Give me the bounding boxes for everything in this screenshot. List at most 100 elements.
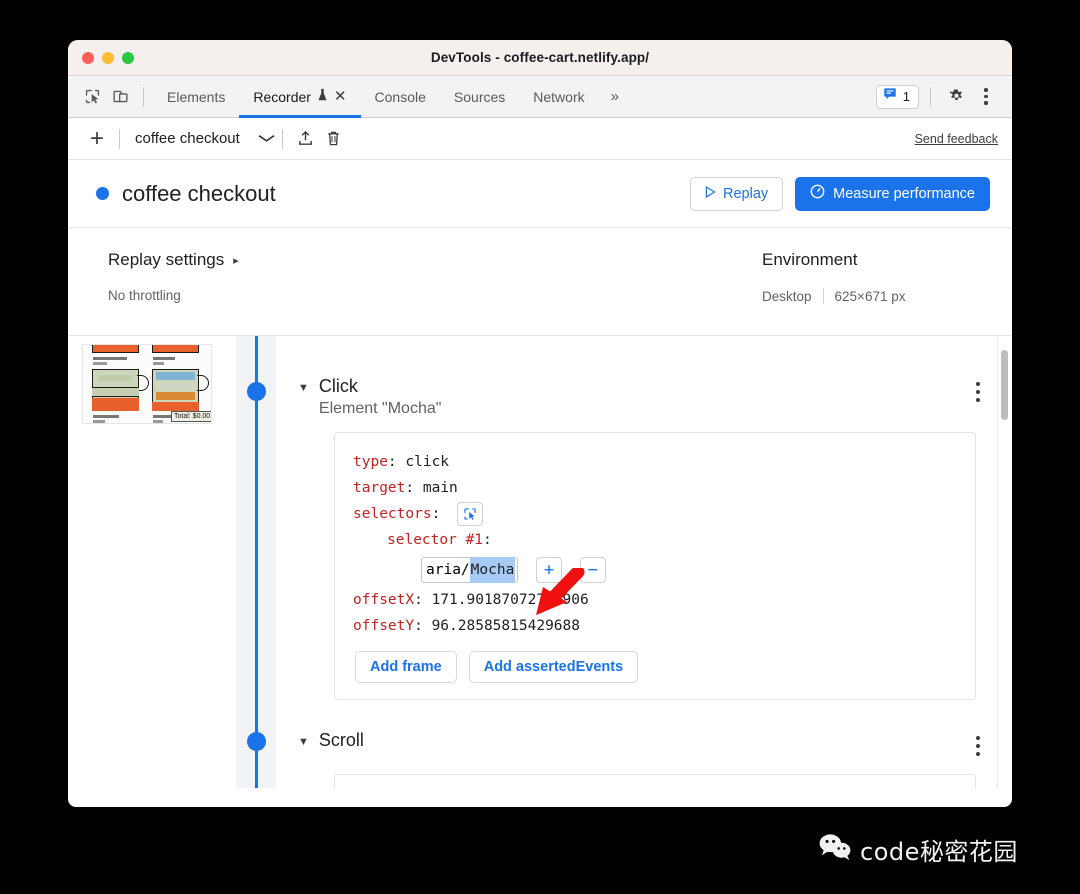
step-type: Scroll	[318, 730, 364, 750]
tab-label: Elements	[167, 88, 226, 105]
wechat-icon	[818, 833, 852, 866]
toolbar-divider	[119, 128, 120, 149]
measure-label: Measure performance	[833, 185, 975, 202]
messages-count: 1	[902, 89, 910, 104]
timeline-node-click[interactable]	[247, 382, 266, 401]
step-menu-icon[interactable]	[976, 382, 980, 406]
watermark-text: code秘密花园	[860, 838, 1018, 866]
code-line-selector-label: selector #1:	[387, 532, 492, 548]
flask-icon	[317, 88, 328, 105]
tab-label: Recorder	[253, 88, 311, 105]
recorder-toolbar: + coffee checkout Send feedback	[68, 118, 1012, 160]
tab-recorder[interactable]: Recorder ✕	[239, 76, 361, 118]
export-icon[interactable]	[292, 126, 320, 152]
tab-network[interactable]: Network	[519, 76, 598, 118]
step-click: ▼ Click Element "Mocha" type: click targ…	[298, 336, 1012, 700]
add-recording-button[interactable]: +	[84, 126, 110, 151]
code-key: type	[353, 454, 388, 470]
cart-total: Total: $0.00	[171, 411, 211, 422]
send-feedback-link[interactable]: Send feedback	[915, 132, 998, 146]
steps-list: ▼ Click Element "Mocha" type: click targ…	[276, 336, 1012, 788]
close-icon[interactable]: ✕	[334, 89, 347, 104]
tab-label: Console	[374, 88, 426, 105]
performance-icon	[810, 184, 825, 203]
tab-elements[interactable]: Elements	[153, 76, 239, 118]
tab-console[interactable]: Console	[361, 76, 440, 118]
add-asserted-events-button[interactable]: Add assertedEvents	[468, 651, 639, 683]
step-details-card: type: click target: main selectors: sele…	[334, 432, 976, 700]
play-icon	[705, 185, 716, 202]
timeline-line	[255, 336, 258, 788]
environment-label: Environment	[762, 250, 858, 269]
selector-prefix: aria/	[426, 562, 470, 578]
tab-label: Network	[533, 88, 585, 105]
chevron-right-icon: ▸	[233, 254, 239, 267]
replay-button[interactable]: Replay	[690, 176, 784, 211]
inspect-element-icon[interactable]	[78, 84, 106, 110]
page-title: coffee checkout	[122, 180, 276, 206]
code-actions: Add frame Add assertedEvents	[353, 651, 957, 683]
window-title: DevTools - coffee-cart.netlify.app/	[430, 50, 650, 65]
selector-input[interactable]: aria/Mocha	[421, 557, 519, 583]
message-icon	[883, 87, 897, 106]
environment-viewport: 625×671 px	[834, 288, 906, 304]
step-header[interactable]: ▼ Scroll	[298, 722, 1012, 760]
code-key: offsetY	[353, 618, 415, 634]
replay-settings-label: Replay settings	[108, 250, 225, 269]
throttling-value: No throttling	[108, 288, 181, 303]
messages-button[interactable]: 1	[875, 84, 919, 109]
code-key: offsetX	[353, 592, 415, 608]
toolbar-divider	[143, 86, 144, 107]
chevron-down-icon[interactable]: ▼	[298, 382, 309, 394]
code-line-type: type: click	[353, 454, 450, 470]
step-menu-icon[interactable]	[976, 736, 980, 760]
chevron-down-icon[interactable]	[258, 131, 276, 146]
device-toolbar-icon[interactable]	[106, 84, 134, 110]
selector-selected-text: Mocha	[469, 557, 516, 583]
trash-icon[interactable]	[320, 126, 348, 152]
step-header[interactable]: ▼ Click Element "Mocha"	[298, 368, 1012, 418]
chevron-down-icon[interactable]: ▼	[298, 736, 309, 748]
window-titlebar: DevTools - coffee-cart.netlify.app/	[68, 40, 1012, 76]
devtools-window: DevTools - coffee-cart.netlify.app/ Elem…	[68, 40, 1012, 807]
coffee-cart-screenshot[interactable]: Total: $0.00	[82, 344, 212, 424]
code-line-selector-value: aria/Mocha + −	[353, 553, 957, 583]
kebab-menu-icon[interactable]	[972, 84, 1000, 110]
code-value[interactable]: main	[423, 480, 458, 496]
add-frame-button[interactable]: Add frame	[355, 651, 457, 683]
divider	[822, 288, 824, 304]
devtools-tabstrip: Elements Recorder ✕ Console Sources Netw…	[68, 76, 1012, 118]
code-key: selectors	[353, 506, 432, 522]
code-line-offsety: offsetY: 96.28585815429688	[353, 618, 580, 634]
replay-settings-col: Replay settings ▸ No throttling	[68, 250, 239, 335]
more-tabs-icon[interactable]: »	[599, 88, 631, 105]
toolbar-divider	[281, 128, 283, 149]
recording-name: coffee checkout	[135, 130, 240, 147]
tabstrip-right-actions: 1	[875, 84, 1000, 110]
replay-settings-toggle[interactable]: Replay settings ▸	[108, 250, 239, 270]
timeline-node-scroll[interactable]	[247, 732, 266, 751]
gear-icon[interactable]	[942, 84, 970, 110]
steps-area: Total: $0.00 ▼ Click Element "Mocha" typ…	[68, 336, 1012, 788]
code-key: selector #1	[387, 532, 484, 548]
code-key: target	[353, 480, 406, 496]
environment-device: Desktop	[762, 288, 812, 304]
settings-row: Replay settings ▸ No throttling Environm…	[68, 228, 1012, 336]
step-type: Click	[318, 376, 358, 396]
recording-header: coffee checkout Replay Measure performan…	[68, 160, 1012, 228]
tab-sources[interactable]: Sources	[440, 76, 519, 118]
step-target: Element "Mocha"	[318, 400, 442, 417]
replay-label: Replay	[723, 185, 769, 202]
step-details-card	[334, 774, 976, 788]
recording-status-dot	[96, 187, 109, 200]
watermark: code秘密花园	[818, 832, 1018, 867]
measure-performance-button[interactable]: Measure performance	[795, 176, 990, 211]
step-scroll: ▼ Scroll	[298, 700, 1012, 788]
environment-values: Desktop 625×671 px	[762, 288, 972, 304]
selector-picker-icon[interactable]	[457, 502, 484, 526]
code-line-offsetx: offsetX: 171.90187072753906	[353, 592, 589, 608]
code-value[interactable]: click	[405, 454, 449, 470]
panel-tabs: Elements Recorder ✕ Console Sources Netw…	[153, 76, 631, 118]
code-line-target: target: main	[353, 480, 458, 496]
code-line-selectors: selectors:	[353, 501, 957, 527]
